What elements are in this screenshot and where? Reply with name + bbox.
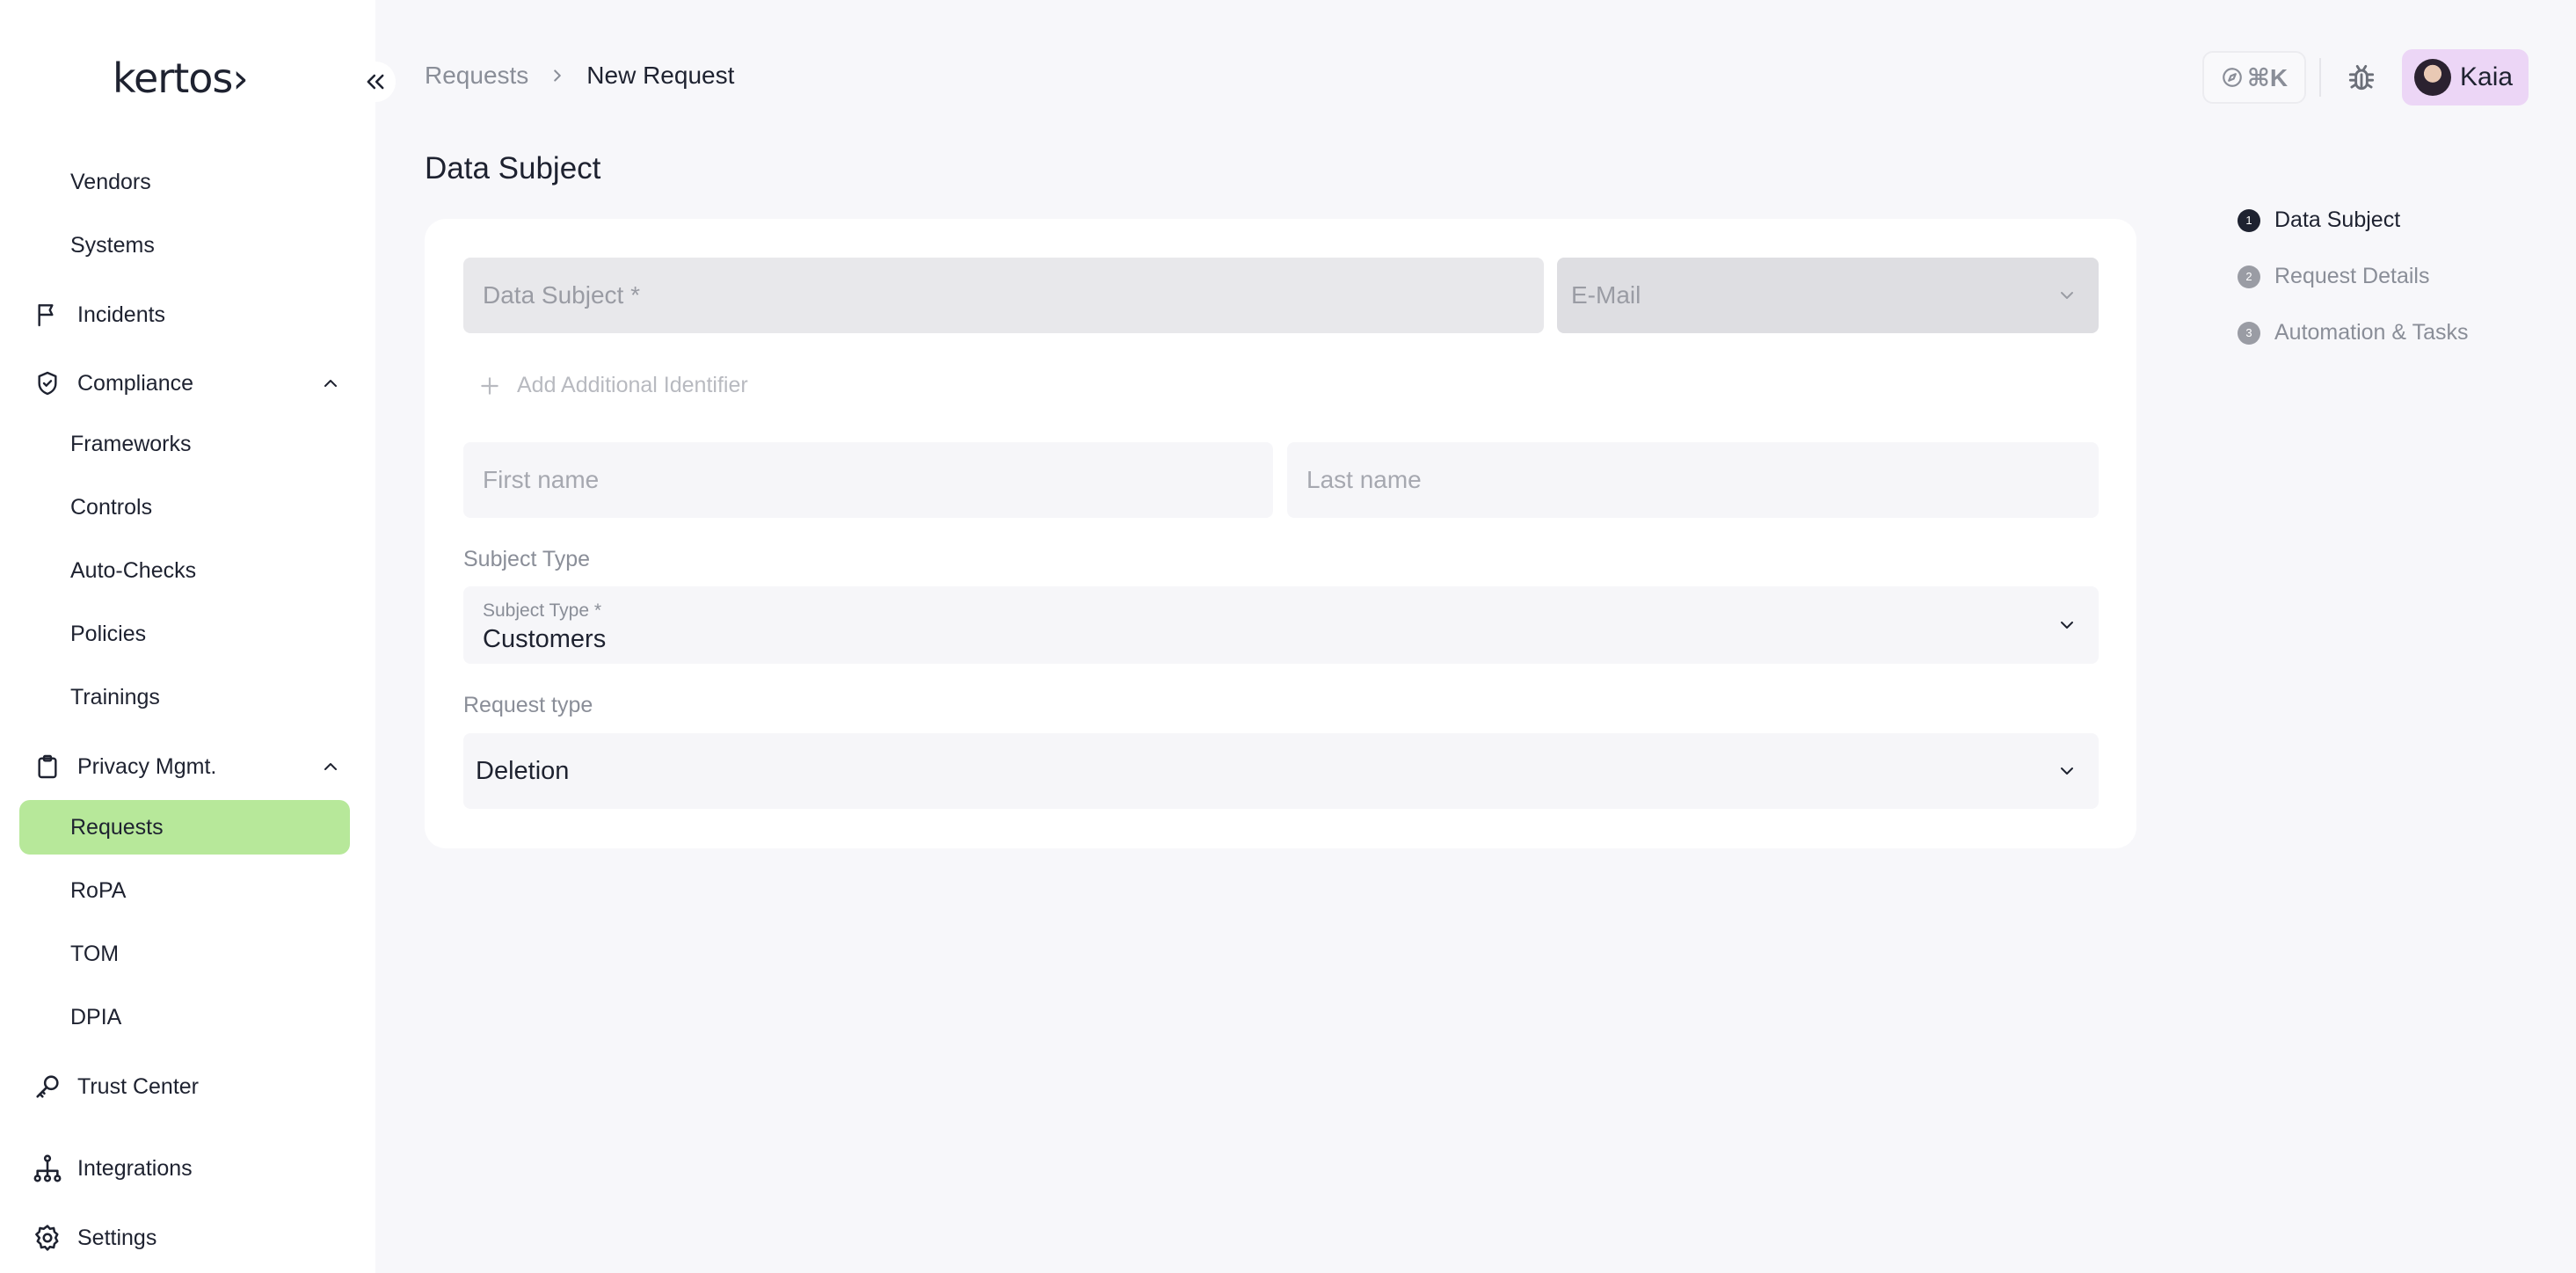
sidebar-item-policies[interactable]: Policies	[19, 607, 350, 661]
sidebar-item-label: TOM	[70, 941, 120, 966]
subject-type-section-label: Subject Type	[463, 547, 591, 571]
data-subject-input[interactable]: Data Subject *	[463, 258, 1544, 333]
flag-icon	[32, 299, 63, 331]
sidebar-item-auto-checks[interactable]: Auto-Checks	[19, 543, 350, 598]
sidebar-item-privacy-mgmt[interactable]: Privacy Mgmt.	[19, 739, 350, 794]
chevron-up-icon[interactable]	[320, 373, 341, 394]
sidebar-item-frameworks[interactable]: Frameworks	[19, 417, 350, 471]
first-name-input[interactable]: First name	[463, 442, 1273, 518]
chevron-down-icon	[2061, 767, 2073, 775]
last-name-placeholder: Last name	[1306, 466, 1422, 493]
page-title: Data Subject	[425, 151, 601, 185]
sidebar-item-label: Requests	[70, 814, 164, 840]
chevron-right-icon	[548, 66, 567, 85]
sidebar-item-dpia[interactable]: DPIA	[19, 990, 350, 1044]
sidebar-item-settings[interactable]: Settings	[19, 1211, 350, 1265]
step-data-subject[interactable]: 1 Data Subject	[2238, 207, 2400, 233]
step-number: 1	[2238, 208, 2260, 232]
breadcrumb-requests-link[interactable]: Requests	[425, 62, 528, 90]
sidebar-item-label: Frameworks	[70, 431, 192, 456]
sidebar-item-label: Trust Center	[77, 1073, 200, 1099]
plus-icon	[481, 376, 498, 395]
request-type-section-label: Request type	[463, 693, 593, 717]
first-name-placeholder: First name	[483, 466, 600, 493]
sidebar-item-trust-center[interactable]: Trust Center	[19, 1059, 350, 1114]
sidebar-item-label: Integrations	[77, 1155, 193, 1181]
report-bug-button[interactable]	[2340, 56, 2383, 98]
sidebar-item-vendors[interactable]: Vendors	[19, 155, 350, 209]
sidebar-item-trainings[interactable]: Trainings	[19, 670, 350, 724]
step-automation-tasks[interactable]: 3 Automation & Tasks	[2238, 320, 2468, 346]
sidebar-item-controls[interactable]: Controls	[19, 480, 350, 535]
subject-type-floating-label: Subject Type *	[483, 600, 602, 621]
step-label: Automation & Tasks	[2274, 320, 2469, 345]
sidebar-item-compliance[interactable]: Compliance	[19, 356, 350, 411]
sidebar-item-label: Controls	[70, 494, 153, 520]
sidebar-item-incidents[interactable]: Incidents	[19, 287, 350, 342]
sidebar-item-label: Incidents	[77, 302, 166, 327]
sidebar-item-integrations[interactable]: Integrations	[19, 1141, 350, 1196]
sidebar-item-label: Systems	[70, 232, 155, 258]
sidebar-item-label: Auto-Checks	[70, 557, 197, 583]
kertos-logo[interactable]: kertos›	[113, 55, 249, 102]
step-number: 2	[2238, 265, 2260, 288]
gear-icon	[32, 1222, 63, 1254]
compass-icon	[2223, 68, 2242, 87]
key-icon	[32, 1071, 63, 1102]
identifier-type-placeholder: E-Mail	[1571, 281, 1641, 309]
command-palette-button[interactable]: ⌘K	[2202, 51, 2306, 104]
sidebar-item-label: Vendors	[70, 169, 151, 194]
breadcrumb-current: New Request	[586, 62, 735, 89]
step-request-details[interactable]: 2 Request Details	[2238, 264, 2429, 289]
clipboard-icon	[32, 751, 63, 782]
request-type-select[interactable]: Deletion	[463, 733, 2099, 809]
sidebar-item-tom[interactable]: TOM	[19, 927, 350, 981]
last-name-input[interactable]: Last name	[1287, 442, 2099, 518]
add-identifier-label: Add Additional Identifier	[517, 373, 748, 397]
command-shortcut-label: ⌘K	[2246, 63, 2289, 91]
sidebar-item-systems[interactable]: Systems	[19, 218, 350, 273]
sidebar: kertos› Vendors Systems Incidents Compli…	[0, 0, 375, 1273]
data-subject-placeholder: Data Subject *	[483, 281, 640, 309]
chevron-down-icon	[2061, 292, 2073, 299]
breadcrumb: Requests New Request	[425, 62, 734, 90]
avatar	[2414, 59, 2451, 96]
sidebar-item-label: Settings	[77, 1225, 157, 1250]
header-divider	[2319, 58, 2321, 97]
step-number: 3	[2238, 321, 2260, 345]
step-label: Data Subject	[2274, 207, 2401, 232]
identifier-type-select[interactable]: E-Mail	[1557, 258, 2099, 333]
step-label: Request Details	[2274, 264, 2430, 288]
request-type-value: Deletion	[476, 757, 570, 785]
sidebar-item-label: Privacy Mgmt.	[77, 753, 217, 779]
user-menu-button[interactable]: Kaia	[2402, 49, 2529, 105]
subject-type-value: Customers	[483, 625, 607, 653]
sidebar-item-ropa[interactable]: RoPA	[19, 863, 350, 918]
network-icon	[32, 1153, 63, 1184]
sidebar-item-label: Policies	[70, 621, 147, 646]
chevron-down-icon	[2061, 622, 2073, 629]
sidebar-item-label: Trainings	[70, 684, 160, 709]
subject-type-select[interactable]: Subject Type * Customers	[463, 586, 2099, 664]
chevron-up-icon[interactable]	[320, 756, 341, 777]
shield-check-icon	[32, 367, 63, 399]
add-identifier-button[interactable]: Add Additional Identifier	[478, 373, 748, 398]
sidebar-item-requests[interactable]: Requests	[19, 800, 350, 855]
user-name: Kaia	[2460, 62, 2514, 91]
collapse-sidebar-button[interactable]	[355, 62, 396, 102]
sidebar-item-label: RoPA	[70, 877, 127, 903]
sidebar-item-label: Compliance	[77, 370, 194, 396]
double-chevron-left-icon	[367, 74, 384, 90]
sidebar-item-label: DPIA	[70, 1004, 122, 1029]
bug-icon	[2348, 64, 2375, 91]
